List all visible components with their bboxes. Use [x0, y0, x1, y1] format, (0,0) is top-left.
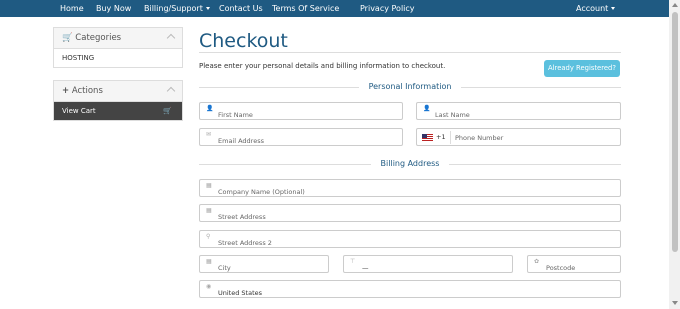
- street-address-placeholder: Street Address: [218, 213, 266, 221]
- chevron-up-icon[interactable]: [166, 86, 176, 96]
- last-name-field[interactable]: 👤 Last Name: [416, 102, 621, 120]
- email-field[interactable]: ✉ Email Address: [199, 128, 403, 146]
- street-address-field[interactable]: ▦ Street Address: [199, 204, 621, 222]
- nav-account-label: Account: [576, 4, 609, 13]
- company-field[interactable]: ▦ Company Name (Optional): [199, 179, 621, 197]
- nav-privacy[interactable]: Privacy Policy: [360, 0, 415, 17]
- phone-field[interactable]: +1 Phone Number: [416, 128, 621, 146]
- view-cart-link[interactable]: View Cart 🛒: [54, 102, 182, 120]
- divider: [450, 131, 451, 144]
- nav-billing-support[interactable]: Billing/Support: [144, 0, 210, 17]
- intro-text: Please enter your personal details and b…: [199, 62, 446, 70]
- personal-info-heading: Personal Information: [199, 82, 621, 92]
- first-name-field[interactable]: 👤 First Name: [199, 102, 403, 120]
- plus-icon: +: [62, 86, 70, 96]
- cart-icon: 🛒: [163, 107, 172, 115]
- dial-code[interactable]: +1: [436, 133, 446, 141]
- building-icon: ▦: [206, 207, 212, 214]
- user-icon: 👤: [206, 105, 214, 112]
- actions-panel: + Actions View Cart 🛒: [53, 80, 183, 121]
- nav-account[interactable]: Account: [576, 0, 616, 17]
- chevron-up-icon[interactable]: [166, 33, 176, 43]
- state-select[interactable]: ⊤ —: [343, 255, 513, 273]
- nav-terms[interactable]: Terms Of Service: [272, 0, 339, 17]
- us-flag-icon[interactable]: [422, 134, 433, 141]
- email-placeholder: Email Address: [218, 137, 264, 145]
- nav-home[interactable]: Home: [60, 0, 84, 17]
- map-signs-icon: ⊤: [350, 258, 356, 265]
- envelope-icon: ✉: [206, 131, 212, 138]
- phone-placeholder: Phone Number: [455, 134, 504, 142]
- certificate-icon: ✿: [534, 258, 540, 265]
- page-title: Checkout: [199, 30, 288, 52]
- cart-icon: 🛒: [62, 33, 73, 43]
- categories-header[interactable]: 🛒 Categories: [54, 28, 182, 49]
- top-nav: Home Buy Now Billing/Support Contact Us …: [0, 0, 669, 17]
- street-address-2-placeholder: Street Address 2: [218, 239, 272, 247]
- last-name-placeholder: Last Name: [435, 111, 470, 119]
- company-placeholder: Company Name (Optional): [218, 188, 305, 196]
- categories-panel: 🛒 Categories HOSTING: [53, 27, 183, 68]
- scroll-up-arrow-icon[interactable]: [672, 3, 678, 7]
- nav-contact-us[interactable]: Contact Us: [219, 0, 263, 17]
- divider: [449, 164, 621, 165]
- divider: [461, 87, 621, 88]
- title-divider: [199, 52, 621, 53]
- postcode-field[interactable]: ✿ Postcode: [527, 255, 621, 273]
- first-name-placeholder: First Name: [218, 111, 253, 119]
- city-placeholder: City: [218, 264, 231, 272]
- country-select[interactable]: ◉ United States: [199, 280, 621, 298]
- scroll-down-arrow-icon[interactable]: [672, 301, 678, 305]
- actions-header[interactable]: + Actions: [54, 81, 182, 102]
- chevron-down-icon: [611, 7, 616, 10]
- scroll-thumb[interactable]: [672, 12, 678, 252]
- user-icon: 👤: [423, 105, 431, 112]
- view-cart-label: View Cart: [62, 107, 96, 115]
- country-value: United States: [218, 289, 263, 297]
- building-icon: ▦: [206, 182, 212, 189]
- nav-billing-label: Billing/Support: [144, 4, 203, 13]
- building-icon: ▦: [206, 258, 212, 265]
- map-marker-icon: ⚲: [206, 233, 211, 240]
- chevron-down-icon: [205, 7, 210, 10]
- already-registered-button[interactable]: Already Registered?: [544, 60, 620, 77]
- category-hosting[interactable]: HOSTING: [54, 49, 182, 67]
- street-address-2-field[interactable]: ⚲ Street Address 2: [199, 230, 621, 248]
- globe-icon: ◉: [206, 283, 212, 290]
- nav-buy-now[interactable]: Buy Now: [96, 0, 131, 17]
- city-field[interactable]: ▦ City: [199, 255, 329, 273]
- state-value: —: [362, 264, 369, 272]
- postcode-placeholder: Postcode: [546, 264, 576, 272]
- categories-title: Categories: [75, 33, 122, 43]
- actions-title: Actions: [71, 86, 103, 96]
- billing-heading: Billing Address: [199, 159, 621, 169]
